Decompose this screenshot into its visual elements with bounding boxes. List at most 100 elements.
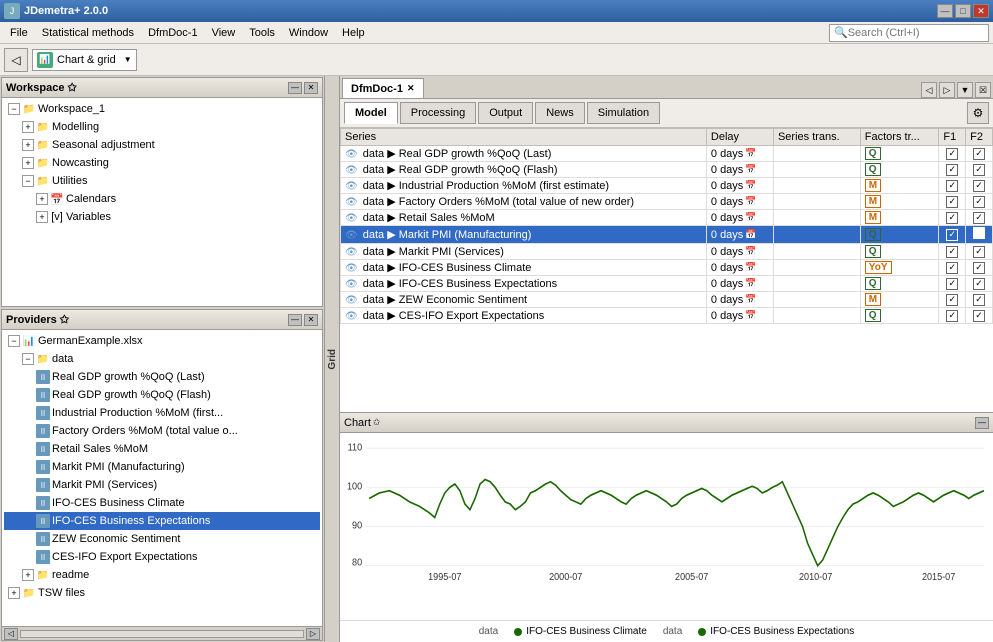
f1-checkbox[interactable] bbox=[946, 212, 958, 224]
table-row[interactable]: 👁 data ▶ IFO-CES Business Expectations 0… bbox=[341, 276, 993, 292]
workspace-modelling[interactable]: + 📁 Modelling bbox=[4, 118, 320, 136]
table-row[interactable]: 👁 data ▶ Industrial Production %MoM (fir… bbox=[341, 178, 993, 194]
tab-list-button[interactable]: ▼ bbox=[957, 82, 973, 98]
data-item-10[interactable]: II ZEW Economic Sentiment bbox=[4, 530, 320, 548]
provider-readme[interactable]: + 📁 readme bbox=[4, 566, 320, 584]
workspace-calendars[interactable]: + 📅 Calendars bbox=[4, 190, 320, 208]
data-item-4[interactable]: II Factory Orders %MoM (total value o... bbox=[4, 422, 320, 440]
menu-dfmdoc[interactable]: DfmDoc-1 bbox=[142, 25, 204, 41]
f1-checkbox[interactable] bbox=[946, 262, 958, 274]
data-item-9[interactable]: II IFO-CES Business Expectations bbox=[4, 512, 320, 530]
data-item-6[interactable]: II Markit PMI (Manufacturing) bbox=[4, 458, 320, 476]
main-tab[interactable]: DfmDoc-1 ✕ bbox=[342, 78, 424, 98]
maximize-button[interactable]: □ bbox=[955, 4, 971, 18]
f2-checkbox[interactable] bbox=[973, 212, 985, 224]
workspace-minimize-button[interactable]: — bbox=[288, 82, 302, 94]
f1-checkbox[interactable] bbox=[946, 294, 958, 306]
tab-model[interactable]: Model bbox=[344, 102, 398, 124]
menu-help[interactable]: Help bbox=[336, 25, 371, 41]
tab-processing[interactable]: Processing bbox=[400, 102, 476, 124]
expand-icon[interactable]: + bbox=[22, 157, 34, 169]
data-item-3[interactable]: II Industrial Production %MoM (first... bbox=[4, 404, 320, 422]
f2-checkbox[interactable] bbox=[973, 310, 985, 322]
data-item-5[interactable]: II Retail Sales %MoM bbox=[4, 440, 320, 458]
expand-icon[interactable]: + bbox=[8, 587, 20, 599]
menu-statistical[interactable]: Statistical methods bbox=[36, 25, 140, 41]
table-row[interactable]: 👁 data ▶ Retail Sales %MoM 0 days 📅 M bbox=[341, 210, 993, 226]
table-row[interactable]: 👁 data ▶ Markit PMI (Manufacturing) 0 da… bbox=[341, 226, 993, 244]
chart-minimize-button[interactable]: — bbox=[975, 417, 989, 429]
expand-icon[interactable]: − bbox=[22, 175, 34, 187]
main-tab-close[interactable]: ✕ bbox=[407, 83, 415, 94]
tab-simulation[interactable]: Simulation bbox=[587, 102, 660, 124]
expand-icon[interactable]: + bbox=[36, 193, 48, 205]
tab-prev-button[interactable]: ◁ bbox=[921, 82, 937, 98]
toolbar-nav-button[interactable]: ◁ bbox=[4, 48, 28, 72]
table-row[interactable]: 👁 data ▶ ZEW Economic Sentiment 0 days 📅… bbox=[341, 292, 993, 308]
workspace-seasonal[interactable]: + 📁 Seasonal adjustment bbox=[4, 136, 320, 154]
chart-controls[interactable]: — bbox=[975, 417, 989, 429]
data-item-2[interactable]: II Real GDP growth %QoQ (Flash) bbox=[4, 386, 320, 404]
table-row[interactable]: 👁 data ▶ CES-IFO Export Expectations 0 d… bbox=[341, 308, 993, 324]
chart-grid-dropdown[interactable]: 📊 Chart & grid ▼ bbox=[32, 49, 137, 71]
f2-checkbox[interactable] bbox=[973, 196, 985, 208]
expand-icon[interactable]: − bbox=[8, 335, 20, 347]
workspace-nowcasting[interactable]: + 📁 Nowcasting bbox=[4, 154, 320, 172]
menu-tools[interactable]: Tools bbox=[243, 25, 281, 41]
f2-checkbox[interactable] bbox=[973, 227, 985, 239]
scroll-left-button[interactable]: ◁ bbox=[4, 628, 18, 640]
f1-checkbox[interactable] bbox=[946, 196, 958, 208]
f1-checkbox[interactable] bbox=[946, 180, 958, 192]
providers-close-button[interactable]: ✕ bbox=[304, 314, 318, 326]
tab-tools[interactable]: ⚙ bbox=[967, 102, 989, 124]
data-item-8[interactable]: II IFO-CES Business Climate bbox=[4, 494, 320, 512]
scroll-right-button[interactable]: ▷ bbox=[306, 628, 320, 640]
search-input[interactable] bbox=[848, 27, 978, 39]
close-button[interactable]: ✕ bbox=[973, 4, 989, 18]
f2-checkbox[interactable] bbox=[973, 180, 985, 192]
provider-data-folder[interactable]: − 📁 data bbox=[4, 350, 320, 368]
data-item-11[interactable]: II CES-IFO Export Expectations bbox=[4, 548, 320, 566]
f1-checkbox[interactable] bbox=[946, 246, 958, 258]
f1-checkbox[interactable] bbox=[946, 229, 958, 241]
workspace-controls[interactable]: — ✕ bbox=[288, 82, 318, 94]
expand-icon[interactable]: + bbox=[36, 211, 48, 223]
workspace-close-button[interactable]: ✕ bbox=[304, 82, 318, 94]
menu-file[interactable]: File bbox=[4, 25, 34, 41]
table-row[interactable]: 👁 data ▶ Real GDP growth %QoQ (Last) 0 d… bbox=[341, 146, 993, 162]
expand-icon[interactable]: + bbox=[22, 139, 34, 151]
tab-close-all-button[interactable]: ☒ bbox=[975, 82, 991, 98]
window-controls[interactable]: — □ ✕ bbox=[937, 4, 989, 18]
providers-controls[interactable]: — ✕ bbox=[288, 314, 318, 326]
f2-checkbox[interactable] bbox=[973, 278, 985, 290]
expand-icon[interactable]: − bbox=[8, 103, 20, 115]
providers-minimize-button[interactable]: — bbox=[288, 314, 302, 326]
f2-checkbox[interactable] bbox=[973, 164, 985, 176]
table-row[interactable]: 👁 data ▶ Real GDP growth %QoQ (Flash) 0 … bbox=[341, 162, 993, 178]
f1-checkbox[interactable] bbox=[946, 164, 958, 176]
workspace-root[interactable]: − 📁 Workspace_1 bbox=[4, 100, 320, 118]
workspace-utilities[interactable]: − 📁 Utilities bbox=[4, 172, 320, 190]
provider-tsw[interactable]: + 📁 TSW files bbox=[4, 584, 320, 602]
f2-checkbox[interactable] bbox=[973, 246, 985, 258]
providers-scrollbar[interactable]: ◁ ▷ bbox=[2, 626, 322, 640]
workspace-variables[interactable]: + [v] Variables bbox=[4, 208, 320, 226]
tab-nav[interactable]: ◁ ▷ ▼ ☒ bbox=[921, 82, 991, 98]
f1-checkbox[interactable] bbox=[946, 278, 958, 290]
f1-checkbox[interactable] bbox=[946, 310, 958, 322]
f1-checkbox[interactable] bbox=[946, 148, 958, 160]
minimize-button[interactable]: — bbox=[937, 4, 953, 18]
tab-news[interactable]: News bbox=[535, 102, 585, 124]
menu-view[interactable]: View bbox=[206, 25, 242, 41]
search-box[interactable]: 🔍 bbox=[829, 24, 989, 42]
table-row[interactable]: 👁 data ▶ IFO-CES Business Climate 0 days… bbox=[341, 260, 993, 276]
data-item-7[interactable]: II Markit PMI (Services) bbox=[4, 476, 320, 494]
expand-icon[interactable]: + bbox=[22, 121, 34, 133]
f2-checkbox[interactable] bbox=[973, 148, 985, 160]
settings-icon-button[interactable]: ⚙ bbox=[967, 102, 989, 124]
f2-checkbox[interactable] bbox=[973, 262, 985, 274]
expand-icon[interactable]: + bbox=[22, 569, 34, 581]
table-row[interactable]: 👁 data ▶ Factory Orders %MoM (total valu… bbox=[341, 194, 993, 210]
table-row[interactable]: 👁 data ▶ Markit PMI (Services) 0 days 📅 … bbox=[341, 244, 993, 260]
expand-icon[interactable]: − bbox=[22, 353, 34, 365]
